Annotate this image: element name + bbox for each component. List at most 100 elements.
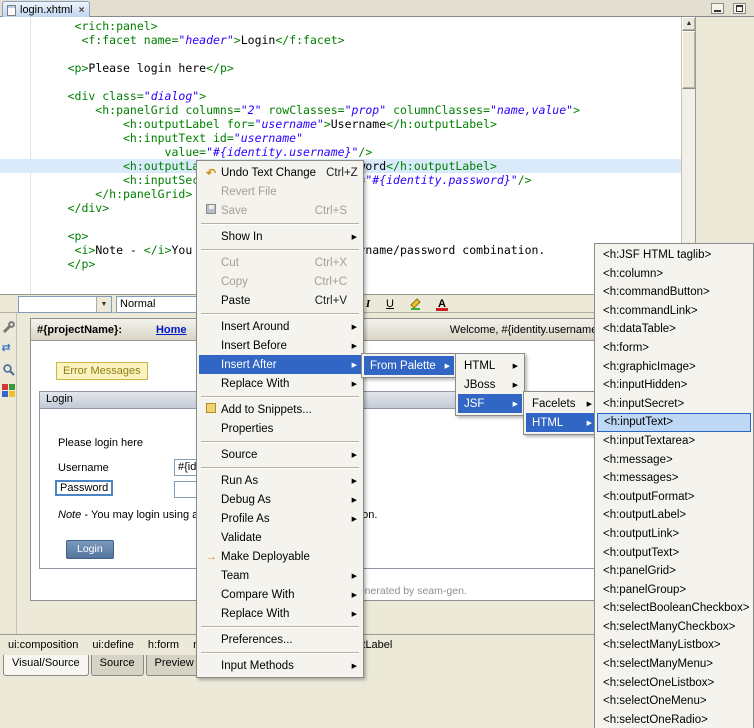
tag-menu-item[interactable]: <h:commandLink> xyxy=(597,302,751,321)
context-menu-item[interactable]: CutCtrl+X xyxy=(199,253,361,272)
submenu-item[interactable]: HTML▶ xyxy=(526,413,596,432)
context-menu-item[interactable]: Debug As▶ xyxy=(199,490,361,509)
submenu-item[interactable]: Facelets▶ xyxy=(526,394,596,413)
context-menu-item[interactable]: Compare With▶ xyxy=(199,585,361,604)
error-messages-placeholder[interactable]: Error Messages xyxy=(56,362,148,380)
context-menu-item[interactable]: Show In▶ xyxy=(199,227,361,246)
welcome-label: Welcome, #{identity.username} xyxy=(450,324,601,336)
code-line[interactable]: <rich:panel> xyxy=(0,19,681,33)
context-menu-item[interactable]: →Make Deployable xyxy=(199,547,361,566)
context-menu-item[interactable]: SaveCtrl+S xyxy=(199,201,361,220)
paragraph-format-value: Normal xyxy=(117,297,200,312)
scroll-up-icon[interactable]: ▲ xyxy=(682,17,695,31)
code-line[interactable]: value="#{identity.username}"/> xyxy=(0,145,681,159)
submenu-item[interactable]: JBoss▶ xyxy=(458,375,522,394)
code-line[interactable]: <div class="dialog"> xyxy=(0,89,681,103)
tag-menu-item[interactable]: <h:selectManyCheckbox> xyxy=(597,618,751,637)
project-name-label: #{projectName}: xyxy=(37,324,122,336)
context-menu-item[interactable]: CopyCtrl+C xyxy=(199,272,361,291)
close-icon[interactable]: × xyxy=(79,5,85,16)
context-menu-item[interactable]: Input Methods▶ xyxy=(199,656,361,675)
editor-tab-login[interactable]: login.xhtml × xyxy=(2,1,90,17)
maximize-icon[interactable] xyxy=(733,3,746,14)
tag-menu-item[interactable]: <h:inputSecret> xyxy=(597,395,751,414)
tab-visual-source[interactable]: Visual/Source xyxy=(3,655,89,676)
palette-icon[interactable] xyxy=(2,384,15,397)
tab-source[interactable]: Source xyxy=(91,655,144,676)
tag-menu-item[interactable]: <h:selectManyMenu> xyxy=(597,655,751,674)
tag-menu-item[interactable]: <h:graphicImage> xyxy=(597,358,751,377)
tab-preview[interactable]: Preview xyxy=(146,655,203,676)
tag-menu-item[interactable]: <h:dataTable> xyxy=(597,320,751,339)
context-menu-item[interactable]: PasteCtrl+V xyxy=(199,291,361,310)
code-line[interactable]: <h:outputLabel for="username">Username</… xyxy=(0,117,681,131)
tag-menu-item[interactable]: <h:outputLink> xyxy=(597,525,751,544)
tag-menu-item[interactable]: <h:inputTextarea> xyxy=(597,432,751,451)
code-line[interactable]: <f:facet name="header">Login</f:facet> xyxy=(0,33,681,47)
code-line[interactable] xyxy=(0,47,681,61)
code-line[interactable]: <h:inputText id="username" xyxy=(0,131,681,145)
tag-menu-item[interactable]: <h:inputHidden> xyxy=(597,376,751,395)
tag-menu-item[interactable]: <h:panelGroup> xyxy=(597,581,751,600)
tag-menu-item[interactable]: <h:outputLabel> xyxy=(597,506,751,525)
context-menu-item[interactable]: Replace With▶ xyxy=(199,604,361,623)
context-menu-item[interactable]: Profile As▶ xyxy=(199,509,361,528)
font-color-button[interactable]: A xyxy=(432,296,452,313)
breadcrumb-item[interactable]: ui:define xyxy=(92,639,134,651)
username-label[interactable]: Username xyxy=(58,462,109,474)
context-menu-item[interactable]: Insert Before▶ xyxy=(199,336,361,355)
tag-menu-item[interactable]: <h:selectOneRadio> xyxy=(597,711,751,728)
style-class-combo[interactable]: ▼ xyxy=(18,296,112,313)
tag-menu-item[interactable]: <h:selectOneListbox> xyxy=(597,674,751,693)
scrollbar-thumb[interactable] xyxy=(682,31,695,89)
preferences-wrench-icon[interactable] xyxy=(2,321,15,334)
submenu-arrow-icon: ▶ xyxy=(352,323,357,331)
login-button[interactable]: Login xyxy=(66,540,114,559)
tag-menu-item[interactable]: <h:selectManyListbox> xyxy=(597,636,751,655)
tag-menu-item[interactable]: <h:message> xyxy=(597,451,751,470)
refresh-icon[interactable]: ⇄ xyxy=(2,342,15,355)
context-menu-item[interactable]: Revert File xyxy=(199,182,361,201)
home-link[interactable]: Home xyxy=(156,324,187,336)
tag-menu-item[interactable]: <h:JSF HTML taglib> xyxy=(597,246,751,265)
submenu-item[interactable]: From Palette▶ xyxy=(364,356,454,375)
context-menu-item[interactable]: Properties xyxy=(199,419,361,438)
context-menu-item[interactable]: Preferences... xyxy=(199,630,361,649)
tag-menu-item[interactable]: <h:commandButton> xyxy=(597,283,751,302)
breadcrumb-item[interactable]: ui:composition xyxy=(8,639,78,651)
insert-after-submenu: From Palette▶ xyxy=(361,353,457,378)
code-line[interactable]: <p>Please login here</p> xyxy=(0,61,681,75)
breadcrumb-item[interactable]: h:form xyxy=(148,639,179,651)
highlight-marker-icon[interactable] xyxy=(406,296,426,313)
context-menu-item[interactable]: Insert Around▶ xyxy=(199,317,361,336)
tag-menu-item[interactable]: <h:column> xyxy=(597,265,751,284)
tag-menu-item[interactable]: <h:selectBooleanCheckbox> xyxy=(597,599,751,618)
context-menu-item[interactable]: Source▶ xyxy=(199,445,361,464)
chevron-down-icon[interactable]: ▼ xyxy=(96,297,111,312)
tag-menu-item[interactable]: <h:panelGrid> xyxy=(597,562,751,581)
submenu-item[interactable]: HTML▶ xyxy=(458,356,522,375)
submenu-item[interactable]: JSF▶ xyxy=(458,394,522,413)
context-menu-item[interactable]: Team▶ xyxy=(199,566,361,585)
menu-separator xyxy=(199,220,361,227)
context-menu-item[interactable]: Insert After▶ xyxy=(199,355,361,374)
context-menu-item[interactable]: ↶Undo Text ChangeCtrl+Z xyxy=(199,163,361,182)
tag-menu-item[interactable]: <h:outputFormat> xyxy=(597,488,751,507)
tag-menu-item[interactable]: <h:form> xyxy=(597,339,751,358)
editor-tab-label: login.xhtml xyxy=(20,4,73,16)
zoom-page-icon[interactable] xyxy=(2,363,15,376)
tag-menu-item[interactable]: <h:selectOneMenu> xyxy=(597,692,751,711)
context-menu-item[interactable]: Run As▶ xyxy=(199,471,361,490)
code-line[interactable]: <h:panelGrid columns="2" rowClasses="pro… xyxy=(0,103,681,117)
tag-menu-item[interactable]: <h:inputText> xyxy=(597,413,751,432)
context-menu-item[interactable]: Replace With▶ xyxy=(199,374,361,393)
tag-menu-item[interactable]: <h:outputText> xyxy=(597,544,751,563)
context-menu-item[interactable]: Validate xyxy=(199,528,361,547)
menu-separator xyxy=(199,310,361,317)
password-label-selected[interactable]: Password xyxy=(55,480,113,496)
underline-button[interactable]: U xyxy=(380,296,400,313)
tag-menu-item[interactable]: <h:messages> xyxy=(597,469,751,488)
code-line[interactable] xyxy=(0,75,681,89)
minimize-icon[interactable] xyxy=(711,3,724,14)
context-menu-item[interactable]: Add to Snippets... xyxy=(199,400,361,419)
